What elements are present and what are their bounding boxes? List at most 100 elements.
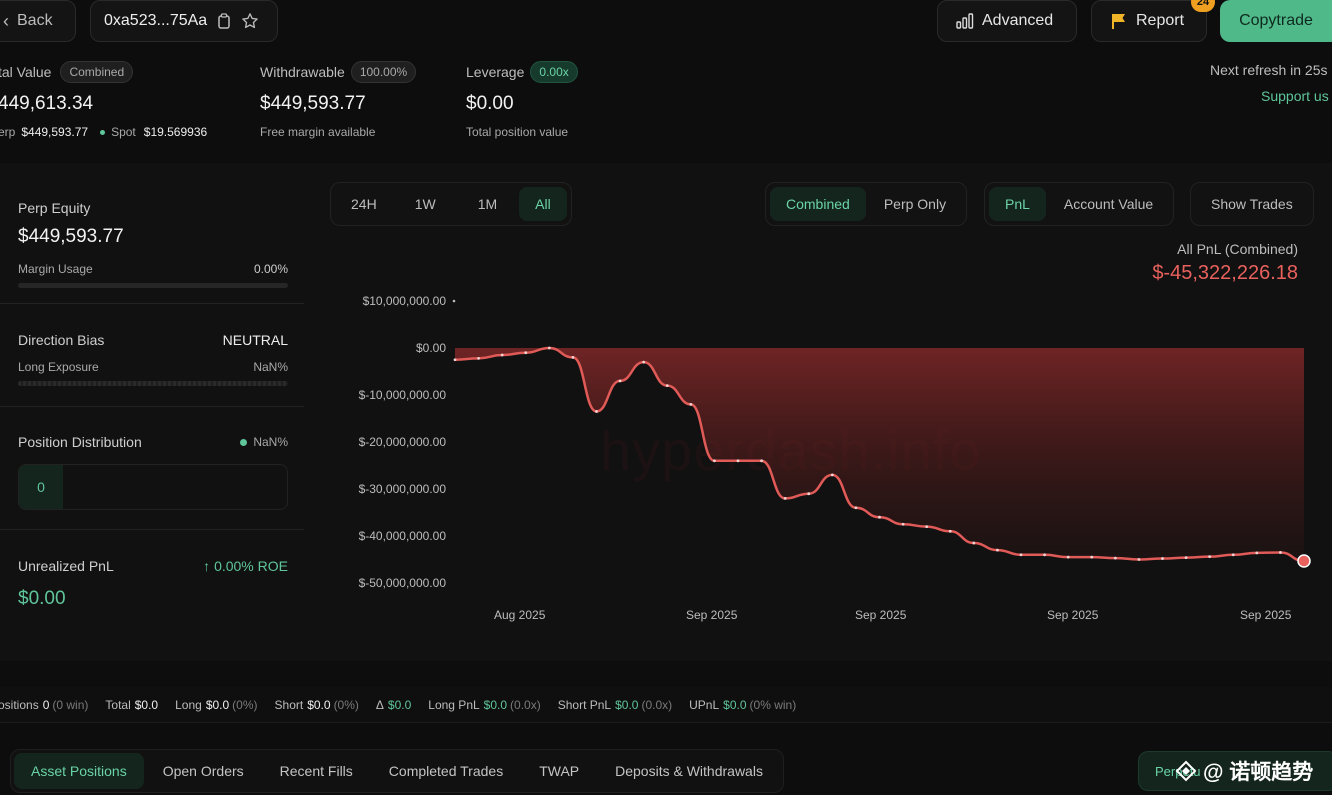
pnl-chart[interactable] [440, 290, 1320, 580]
diamond-logo-icon [1175, 760, 1197, 782]
pnl-data-point [1066, 555, 1070, 559]
pnl-data-point [1279, 551, 1282, 554]
short-pnl-label: Short PnL [557, 698, 612, 712]
bar-chart-icon [956, 13, 974, 29]
range-1w[interactable]: 1W [395, 187, 456, 221]
long-pnl-label: Long PnL [428, 698, 480, 712]
x-tick-label: Sep 2025 [855, 608, 907, 622]
x-tick-label: Sep 2025 [686, 608, 738, 622]
advanced-label: Advanced [982, 12, 1054, 29]
pnl-data-point [1113, 556, 1117, 560]
short-pnl-value: $0.0 [615, 698, 639, 712]
arrow-up-icon: ↑ [203, 558, 211, 574]
x-tick-label: Sep 2025 [1047, 608, 1099, 622]
leverage-label: Leverage [466, 64, 525, 80]
range-1m[interactable]: 1M [458, 187, 517, 221]
long-pnl-x: (0.0x) [510, 698, 541, 712]
mode-combined[interactable]: Combined [770, 187, 866, 221]
y-top-tick-dot [452, 299, 456, 303]
combined-badge: Combined [60, 61, 134, 83]
wallet-address: 0xa523...75Aa [104, 12, 208, 29]
pnl-data-point [1184, 556, 1188, 560]
spot-label: Spot [111, 125, 136, 139]
report-button[interactable]: Report [1091, 0, 1207, 42]
advanced-button[interactable]: Advanced [937, 0, 1077, 42]
perp-value: $449,593.77 [21, 125, 89, 139]
long-exposure-value: NaN% [253, 360, 288, 374]
range-all[interactable]: All [519, 187, 567, 221]
withdrawable-sub: Free margin available [260, 125, 376, 139]
report-count: 24 [1196, 0, 1210, 8]
position-count: 0 [37, 479, 45, 495]
perp-label: erp [0, 125, 16, 139]
metric-account-value[interactable]: Account Value [1048, 187, 1169, 221]
pnl-summary-value: $-45,322,226.18 [1152, 262, 1298, 284]
unrealized-pnl-section: Unrealized PnL ↑ 0.00% ROE $0.00 [18, 558, 288, 610]
position-distribution-box: 0 [18, 464, 288, 510]
spot-dot-icon [100, 129, 106, 135]
pnl-data-point [618, 379, 622, 383]
copy-icon[interactable] [217, 13, 231, 29]
tab-completed-trades[interactable]: Completed Trades [372, 753, 520, 789]
pnl-data-point [736, 459, 740, 463]
total-value: 449,613.34 [0, 93, 94, 114]
watermark-text: @ 诺顿趋势 [1203, 761, 1314, 784]
withdrawable-block: Withdrawable 100.00% $449,593.77 Free mar… [260, 61, 460, 139]
range-24h[interactable]: 24H [335, 187, 393, 221]
status-dot-icon [240, 438, 248, 446]
report-count-badge: 24 [1191, 0, 1215, 12]
pnl-data-point [1019, 553, 1023, 557]
metric-pnl[interactable]: PnL [989, 187, 1046, 221]
address-chip[interactable]: 0xa523...75Aa [90, 0, 278, 42]
pnl-data-point [713, 459, 716, 463]
pnl-data-point [1043, 553, 1046, 557]
support-link[interactable]: Support us [1261, 88, 1329, 104]
star-icon[interactable] [241, 12, 259, 30]
tab-recent-fills[interactable]: Recent Fills [263, 753, 370, 789]
long-value: $0.0 [205, 698, 230, 712]
margin-usage-bar [18, 283, 288, 288]
show-trades-label: Show Trades [1211, 196, 1293, 212]
show-trades-toggle[interactable]: Show Trades [1190, 182, 1314, 226]
leverage-sub: Total position value [466, 125, 569, 139]
summary-bar: ositions 0 (0 win) Total $0.0 Long $0.0 (0%) … [0, 698, 796, 712]
leverage-badge: 0.00x [530, 61, 578, 83]
tab-asset-positions[interactable]: Asset Positions [14, 753, 144, 789]
upnl-label: UPnL [689, 698, 720, 712]
x-tick-label: Sep 2025 [1240, 608, 1292, 622]
divider [0, 303, 304, 304]
pnl-data-point [477, 356, 480, 360]
report-label: Report [1136, 12, 1185, 29]
tab-twap[interactable]: TWAP [522, 753, 596, 789]
pnl-data-point [524, 351, 528, 355]
position-count-cell: 0 [19, 465, 63, 509]
delta-label: Δ [375, 698, 384, 712]
roe-value: 0.00% ROE [214, 558, 288, 574]
leverage-value: $0.00 [466, 93, 514, 114]
pnl-data-point [1231, 553, 1235, 557]
mode-perp-only[interactable]: Perp Only [868, 187, 962, 221]
y-tick-label: $-40,000,000.00 [358, 529, 446, 543]
tab-deposits-withdrawals[interactable]: Deposits & Withdrawals [598, 753, 780, 789]
back-button[interactable]: ‹ Back [0, 0, 76, 42]
pnl-data-point [500, 353, 504, 357]
y-tick-label: $-30,000,000.00 [358, 482, 446, 496]
y-tick-label: $-50,000,000.00 [358, 576, 446, 590]
perp-equity-label: Perp Equity [18, 200, 91, 216]
withdrawable-badge: 100.00% [350, 61, 417, 83]
tab-open-orders[interactable]: Open Orders [146, 753, 261, 789]
metric-selector: PnL Account Value [984, 182, 1175, 226]
position-distribution-value: NaN% [253, 435, 288, 449]
pnl-data-point [595, 410, 598, 413]
withdrawable-label: Withdrawable [260, 64, 345, 80]
watermark-overlay: @ 诺顿趋势 [1175, 756, 1313, 786]
copytrade-button[interactable]: Copytrade [1220, 0, 1332, 42]
short-value: $0.0 [307, 698, 331, 712]
direction-bias-label: Direction Bias [18, 332, 105, 348]
pnl-data-point [547, 346, 551, 350]
y-tick-label: $0.00 [415, 341, 446, 355]
copytrade-label: Copytrade [1239, 12, 1313, 29]
pnl-data-point [925, 525, 929, 528]
withdrawable-value: $449,593.77 [260, 93, 366, 114]
pnl-data-point [689, 403, 693, 406]
